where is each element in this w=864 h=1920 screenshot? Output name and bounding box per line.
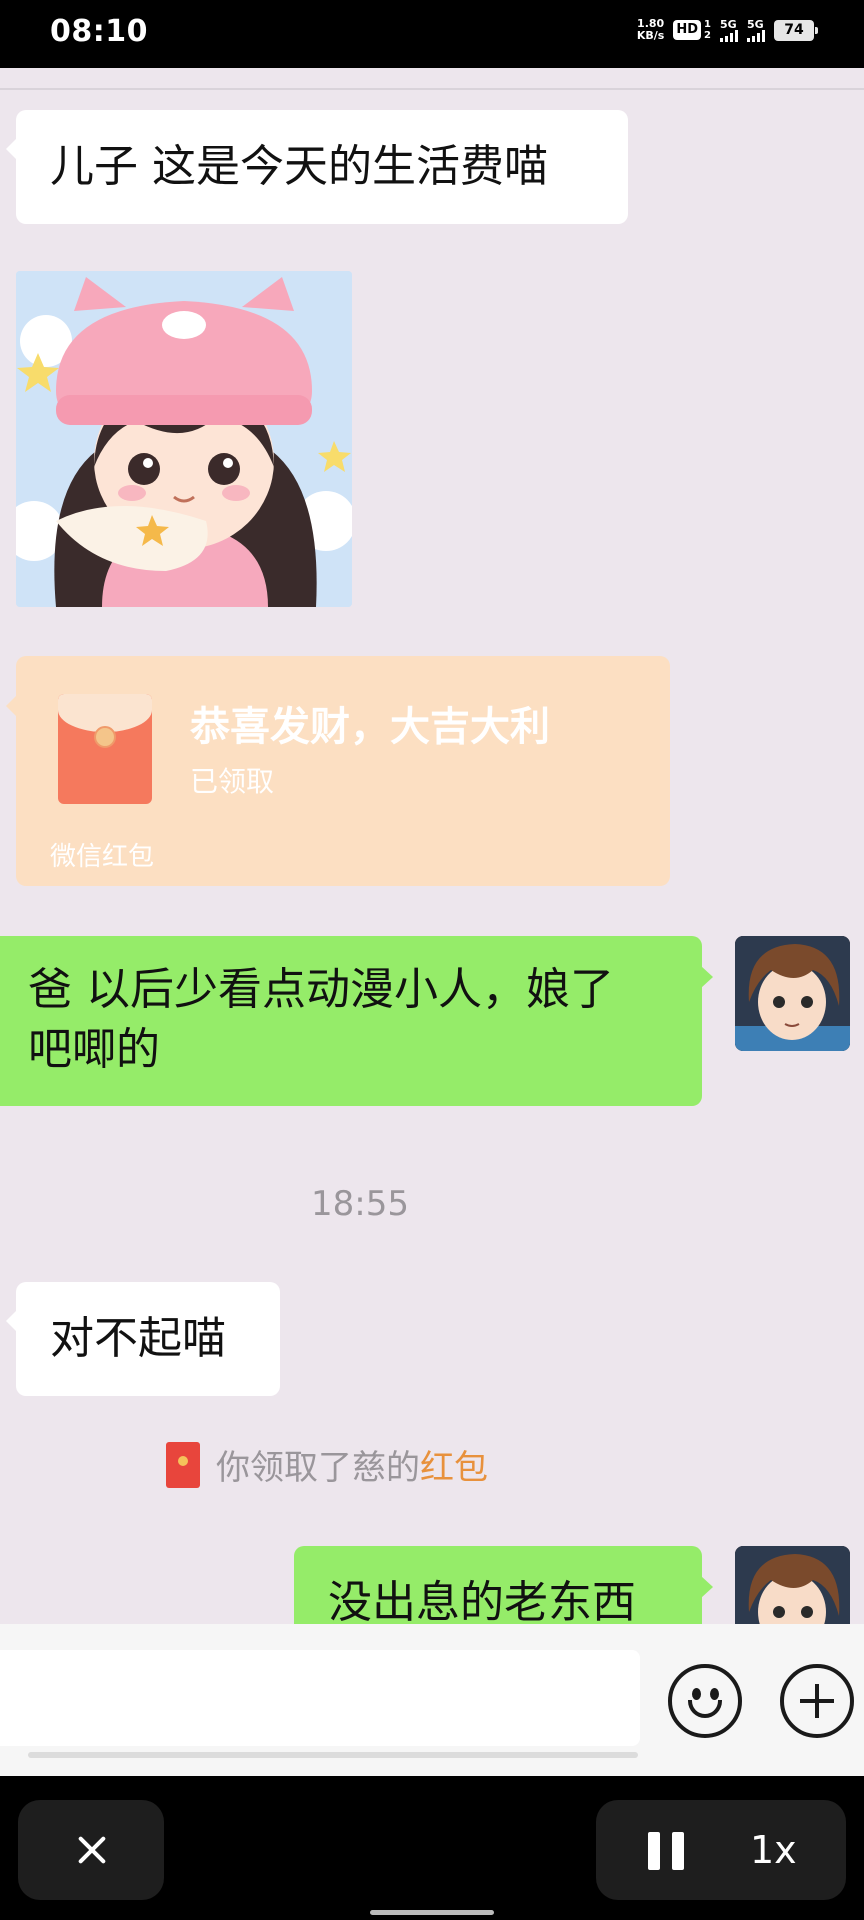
message-text: 对不起喵 bbox=[50, 1313, 226, 1364]
hd-sim-index: 1 2 bbox=[704, 19, 711, 41]
message-bubble-incoming[interactable]: 对不起喵 bbox=[6, 1282, 280, 1396]
system-message-text: 你领取了慈的 bbox=[216, 1448, 420, 1488]
chat-input-bar bbox=[0, 1624, 864, 1776]
red-packet-footer: 微信红包 bbox=[50, 842, 155, 872]
signal-icon-sim2: 5G bbox=[747, 19, 765, 42]
anime-boy-avatar-icon bbox=[735, 1546, 850, 1624]
emoji-button[interactable] bbox=[668, 1664, 742, 1738]
chat-timestamp: 18:55 bbox=[311, 1184, 409, 1224]
red-packet-message[interactable]: 恭喜发财，大吉大利 已领取 微信红包 bbox=[6, 656, 670, 886]
red-packet-icon bbox=[58, 694, 152, 804]
home-indicator[interactable] bbox=[370, 1910, 494, 1915]
playback-speed-button[interactable]: 1x bbox=[750, 1828, 797, 1872]
hd-volte-icon: HD bbox=[673, 20, 702, 40]
red-packet-title: 恭喜发财，大吉大利 bbox=[190, 704, 550, 750]
playback-controls: 1x bbox=[596, 1800, 846, 1900]
sim1-network-label: 5G bbox=[720, 17, 737, 31]
system-message-red-packet-received: 你领取了慈的红包 bbox=[166, 1440, 488, 1489]
chat-area[interactable]: 儿子 这是今天的生活费喵 恭喜发财，大吉大利 已领取 微信红包 爸 以后少看点动… bbox=[0, 68, 864, 1624]
network-speed: 1.80 KB/s bbox=[637, 18, 664, 42]
video-player-controls: 1x bbox=[0, 1776, 864, 1920]
message-text: 没出息的老东西 bbox=[328, 1577, 636, 1624]
anime-girl-sticker-icon bbox=[16, 271, 352, 607]
signal-icon-sim1: 5G bbox=[720, 19, 738, 42]
message-input[interactable] bbox=[0, 1650, 640, 1746]
sticker-image[interactable] bbox=[16, 271, 352, 607]
message-text: 儿子 这是今天的生活费喵 bbox=[50, 141, 548, 192]
self-avatar[interactable] bbox=[735, 936, 850, 1051]
red-packet-status: 已领取 bbox=[190, 765, 275, 798]
anime-boy-avatar-icon bbox=[735, 936, 850, 1051]
status-bar: 08:10 1.80 KB/s HD 1 2 5G 5G 74 bbox=[0, 0, 864, 68]
battery-icon: 74 bbox=[774, 19, 818, 41]
close-button[interactable] bbox=[18, 1800, 164, 1900]
message-text-line2: 吧唧的 bbox=[28, 1024, 160, 1075]
message-text-line1: 爸 以后少看点动漫小人，娘了 bbox=[28, 964, 614, 1015]
message-bubble-outgoing[interactable]: 爸 以后少看点动漫小人，娘了 吧唧的 bbox=[0, 936, 713, 1106]
status-icons: 1.80 KB/s HD 1 2 5G 5G 74 bbox=[637, 18, 818, 42]
network-speed-unit: KB/s bbox=[636, 29, 665, 42]
self-avatar[interactable] bbox=[735, 1546, 850, 1624]
sim2-network-label: 5G bbox=[747, 17, 764, 31]
red-packet-link[interactable]: 红包 bbox=[420, 1448, 488, 1488]
status-time: 08:10 bbox=[50, 14, 148, 49]
message-bubble-incoming[interactable]: 儿子 这是今天的生活费喵 bbox=[6, 110, 628, 224]
red-packet-icon bbox=[166, 1441, 200, 1488]
input-divider bbox=[28, 1752, 638, 1758]
message-bubble-outgoing[interactable]: 没出息的老东西 bbox=[294, 1546, 713, 1624]
hd-sim-index-bottom: 2 bbox=[704, 30, 711, 41]
hd-sim-index-top: 1 bbox=[704, 19, 711, 30]
chat-divider bbox=[0, 88, 864, 90]
more-options-plus-button[interactable] bbox=[780, 1664, 854, 1738]
pause-icon[interactable] bbox=[648, 1832, 686, 1870]
